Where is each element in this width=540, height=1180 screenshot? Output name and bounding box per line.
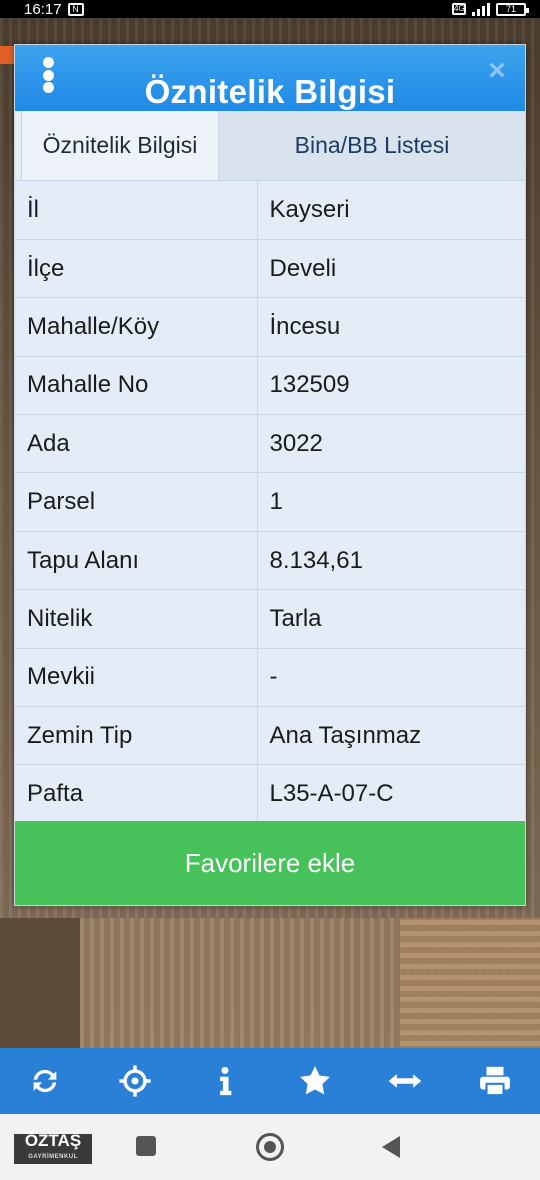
table-row: Mahalle/Köy İncesu xyxy=(15,297,525,357)
row-value: İncesu xyxy=(257,297,525,357)
signal-icon xyxy=(472,2,490,16)
row-value: 3022 xyxy=(257,414,525,474)
measure-icon[interactable] xyxy=(383,1059,427,1103)
row-value: Kayseri xyxy=(257,181,525,240)
row-key: Mahalle/Köy xyxy=(15,297,258,357)
tab-bar: Öznitelik Bilgisi Bina/BB Listesi xyxy=(15,111,525,181)
status-bar: 16:17 N 4G 71 xyxy=(0,0,540,18)
map-field xyxy=(80,918,400,1068)
attribute-table: İl Kayseri İlçe Develi Mahalle/Köy İncesu M… xyxy=(15,181,525,824)
dialog-header: Öznitelik Bilgisi × xyxy=(15,45,525,111)
row-value: 132509 xyxy=(257,356,525,416)
tab-attribute-info[interactable]: Öznitelik Bilgisi xyxy=(21,111,219,180)
row-value: Develi xyxy=(257,239,525,299)
brand-tagline: GAYRİMENKUL xyxy=(28,1154,78,1160)
table-row: Ada 3022 xyxy=(15,414,525,474)
table-row: Pafta L35-A-07-C xyxy=(15,764,525,824)
bottom-toolbar xyxy=(0,1048,540,1114)
row-value: L35-A-07-C xyxy=(257,764,525,824)
row-key: Parsel xyxy=(15,472,258,532)
recent-apps-icon[interactable] xyxy=(136,1136,156,1156)
star-icon[interactable] xyxy=(293,1059,337,1103)
attribute-dialog: Öznitelik Bilgisi × Öznitelik Bilgisi Bi… xyxy=(14,44,526,906)
volte-icon: 4G xyxy=(452,3,466,15)
battery-level: 71 xyxy=(505,4,516,14)
row-key: Mevkii xyxy=(15,648,258,708)
tab-building-list[interactable]: Bina/BB Listesi xyxy=(219,111,525,180)
table-row: Zemin Tip Ana Taşınmaz xyxy=(15,706,525,766)
row-key: Pafta xyxy=(15,764,258,824)
dialog-title: Öznitelik Bilgisi xyxy=(144,73,396,110)
battery-icon: 71 xyxy=(496,2,529,16)
row-key: Zemin Tip xyxy=(15,706,258,766)
status-time: 16:17 xyxy=(24,0,62,18)
close-icon[interactable]: × xyxy=(483,56,511,86)
back-icon[interactable] xyxy=(382,1136,400,1158)
row-value: 8.134,61 xyxy=(257,531,525,591)
locate-icon[interactable] xyxy=(113,1059,157,1103)
row-value: 1 xyxy=(257,472,525,532)
brand-name: ÖZTAŞ xyxy=(24,1131,82,1150)
row-value: - xyxy=(257,648,525,708)
info-icon[interactable] xyxy=(203,1059,247,1103)
brand-logo: ÖZTAŞ GAYRİMENKUL xyxy=(14,1131,92,1164)
row-key: Mahalle No xyxy=(15,356,258,416)
refresh-icon[interactable] xyxy=(23,1059,67,1103)
home-icon[interactable] xyxy=(256,1133,284,1161)
map-field xyxy=(0,918,80,1068)
row-key: Tapu Alanı xyxy=(15,531,258,591)
nfc-icon: N xyxy=(67,2,84,16)
row-value: Tarla xyxy=(257,589,525,649)
add-to-favorites-button[interactable]: Favorilere ekle xyxy=(15,821,525,905)
table-row: İlçe Develi xyxy=(15,239,525,299)
android-nav-bar: ÖZTAŞ GAYRİMENKUL xyxy=(0,1114,540,1180)
table-row: Parsel 1 xyxy=(15,472,525,532)
row-key: İlçe xyxy=(15,239,258,299)
row-key: Nitelik xyxy=(15,589,258,649)
row-value: Ana Taşınmaz xyxy=(257,706,525,766)
row-key: Ada xyxy=(15,414,258,474)
map-field xyxy=(400,918,540,1068)
row-key: İl xyxy=(15,181,258,240)
print-icon[interactable] xyxy=(473,1059,517,1103)
table-row: Tapu Alanı 8.134,61 xyxy=(15,531,525,591)
table-row: Mahalle No 132509 xyxy=(15,356,525,416)
table-row: Mevkii - xyxy=(15,648,525,708)
table-row: İl Kayseri xyxy=(15,181,525,240)
table-row: Nitelik Tarla xyxy=(15,589,525,649)
